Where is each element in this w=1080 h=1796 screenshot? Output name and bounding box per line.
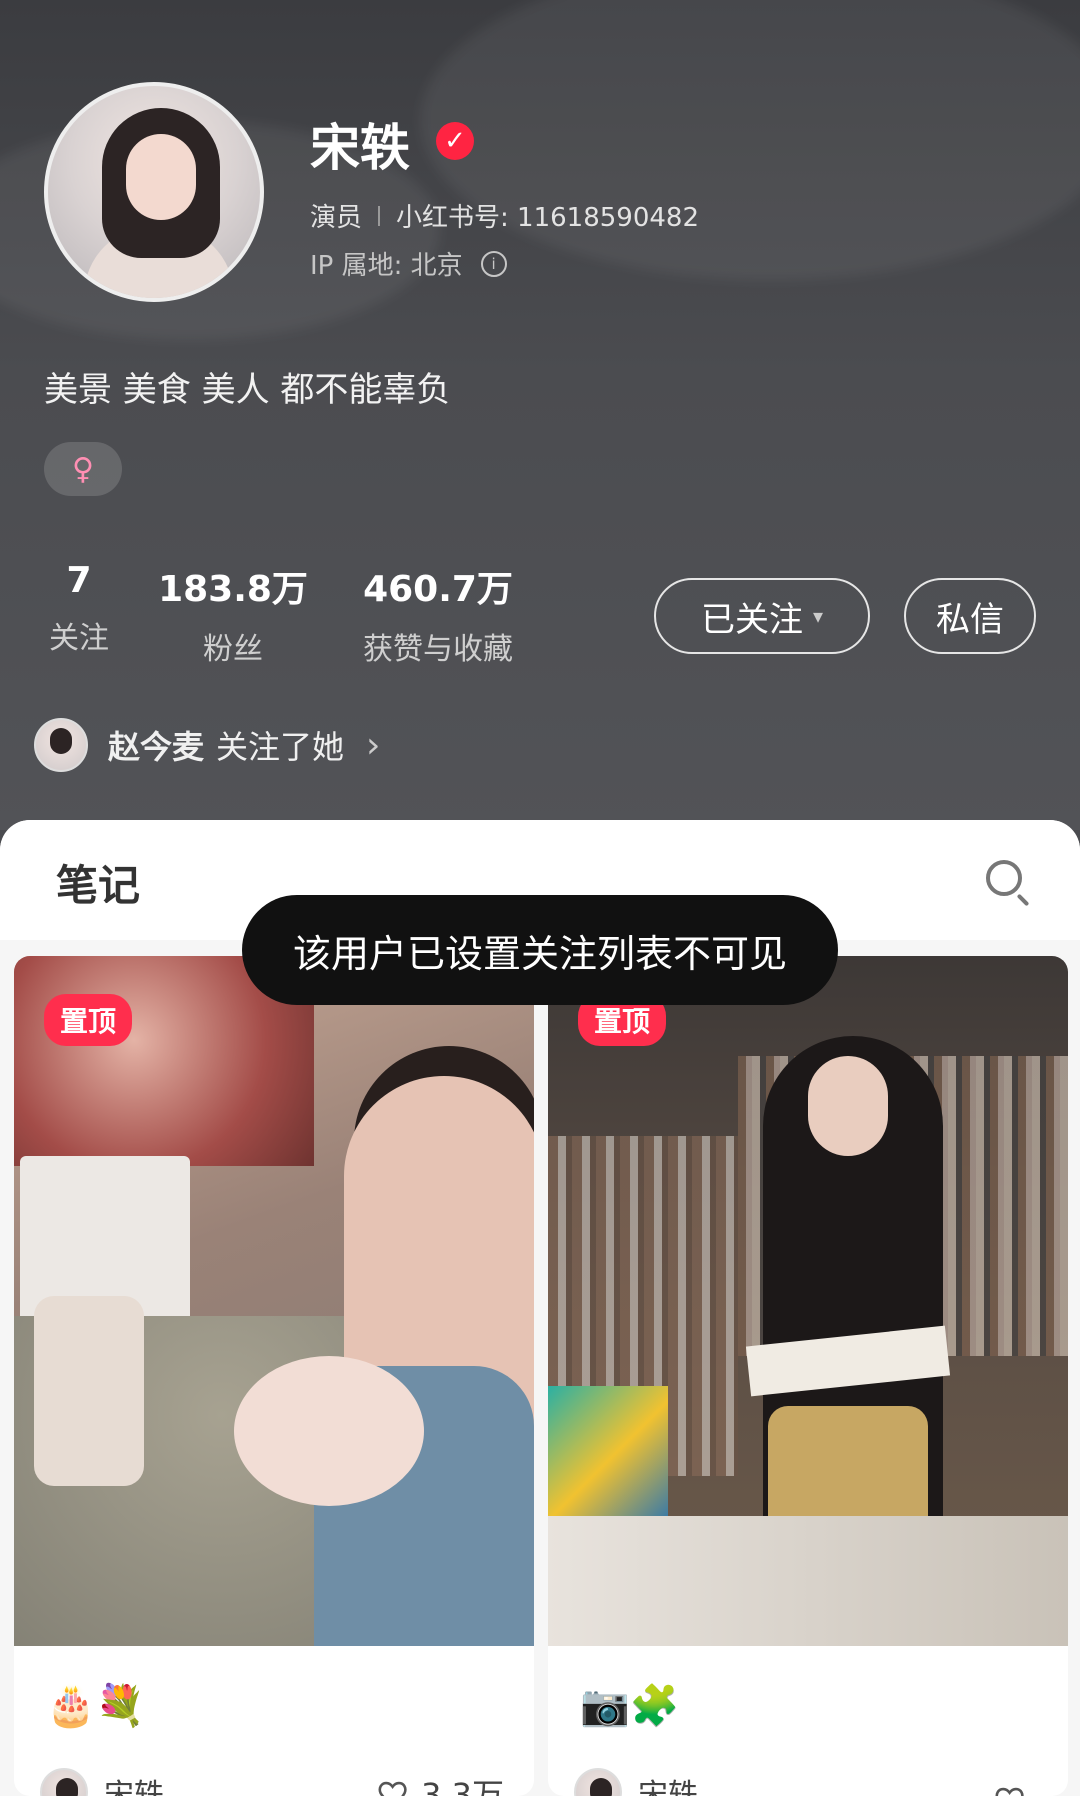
stat-following[interactable]: 7 关注	[44, 560, 114, 657]
verified-badge-icon: ✓	[436, 122, 474, 160]
tab-notes[interactable]: 笔记	[56, 852, 140, 913]
stat-likes-value: 460.7万	[363, 569, 513, 610]
stat-following-value: 7	[66, 560, 92, 601]
followed-by-row[interactable]: 赵今麦 关注了她 ›	[34, 718, 380, 772]
profile-header: 宋轶 ✓ 演员 小红书号: 11618590482 IP 属地: 北京 i 美景…	[0, 0, 1080, 830]
like-button[interactable]	[994, 1782, 1038, 1796]
author-name: 宋轶	[638, 1778, 698, 1796]
note-card[interactable]: 置顶 📷🧩 宋轶	[548, 956, 1068, 1796]
author-avatar	[40, 1768, 88, 1796]
message-button[interactable]: 私信	[904, 578, 1036, 654]
profile-meta: 演员 小红书号: 11618590482	[310, 197, 699, 234]
like-button[interactable]: 3.3万	[377, 1770, 504, 1796]
stat-followers-label: 粉丝	[203, 632, 263, 667]
followed-by-text: 关注了她	[216, 728, 345, 766]
profile-role: 演员	[310, 203, 363, 233]
profile-id[interactable]: 小红书号: 11618590482	[396, 197, 699, 234]
stat-followers[interactable]: 183.8万 粉丝	[158, 560, 308, 668]
ip-location: IP 属地: 北京 i	[310, 245, 507, 282]
info-icon[interactable]: i	[480, 250, 507, 277]
message-button-label: 私信	[936, 599, 1004, 640]
note-author[interactable]: 宋轶	[40, 1768, 164, 1796]
note-author[interactable]: 宋轶	[574, 1768, 698, 1796]
follower-avatar	[34, 718, 88, 772]
ip-location-label: IP 属地: 北京	[310, 251, 463, 281]
note-card[interactable]: 置顶 🎂💐 宋轶 3.3万	[14, 956, 534, 1796]
toast-message: 该用户已设置关注列表不可见	[242, 895, 838, 1005]
heart-icon	[995, 1787, 1024, 1796]
note-cover-image[interactable]: 置顶	[14, 956, 534, 1646]
profile-bio: 美景 美食 美人 都不能辜负	[44, 370, 451, 410]
stat-likes[interactable]: 460.7万 获赞与收藏	[352, 560, 524, 668]
author-avatar	[574, 1768, 622, 1796]
like-count: 3.3万	[421, 1776, 504, 1796]
search-icon[interactable]	[986, 860, 1022, 896]
note-cover-image[interactable]: 置顶	[548, 956, 1068, 1646]
profile-avatar[interactable]	[44, 82, 264, 302]
stat-followers-value: 183.8万	[158, 569, 308, 610]
cover-image	[420, 0, 1080, 280]
heart-icon	[378, 1781, 407, 1796]
follower-name: 赵今麦	[108, 728, 205, 766]
stat-following-label: 关注	[49, 621, 109, 656]
stat-likes-label: 获赞与收藏	[363, 632, 513, 667]
profile-name: 宋轶	[310, 119, 410, 177]
meta-divider	[378, 205, 381, 226]
followed-button-label: 已关注	[700, 599, 803, 640]
gender-female-icon: ♀	[44, 442, 122, 496]
caret-down-icon: ▾	[812, 604, 824, 628]
note-title: 📷🧩	[580, 1683, 680, 1729]
note-title: 🎂💐	[46, 1683, 146, 1729]
pinned-badge: 置顶	[44, 994, 133, 1046]
followed-button[interactable]: 已关注 ▾	[654, 578, 870, 654]
author-name: 宋轶	[104, 1778, 164, 1796]
chevron-right-icon: ›	[366, 724, 381, 766]
